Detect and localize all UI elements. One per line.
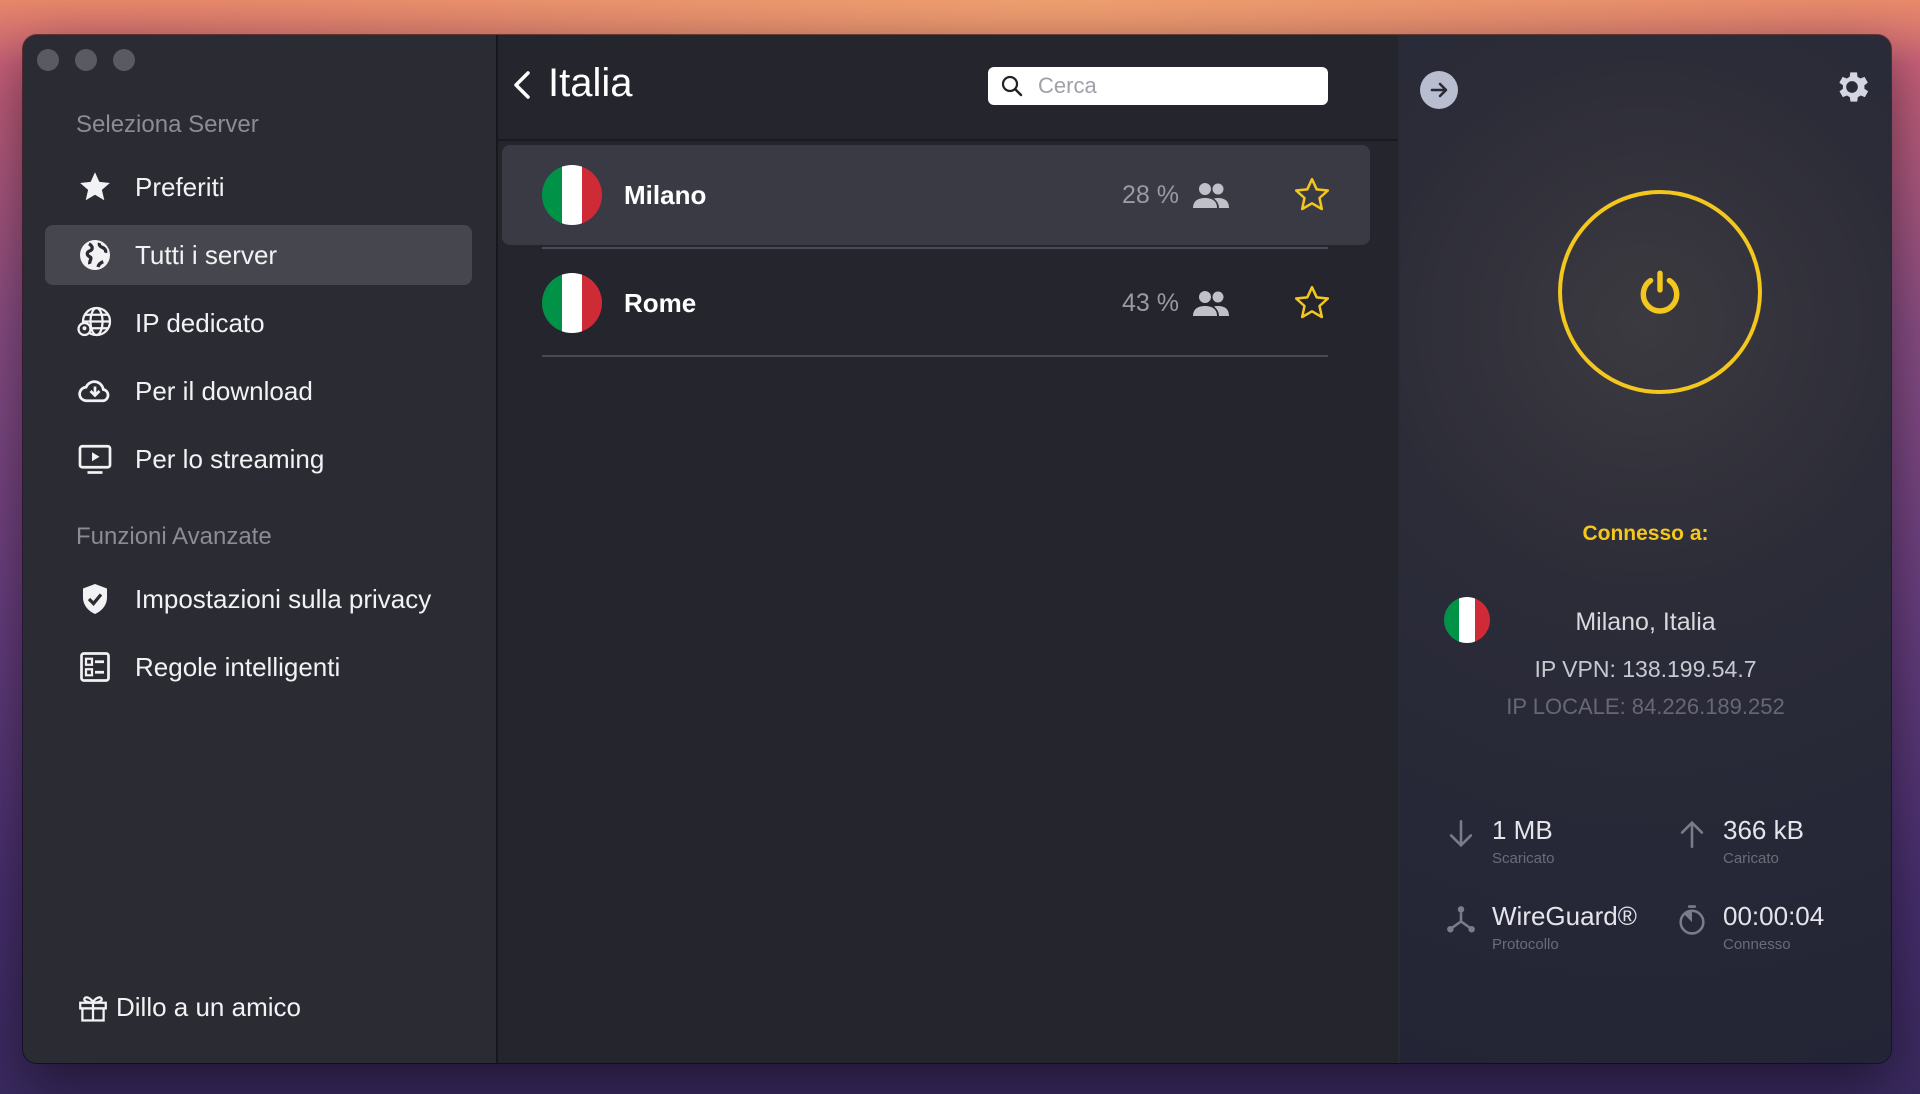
sidebar-item-smart-rules[interactable]: Regole intelligenti [45,637,472,697]
section-advanced-features: Funzioni Avanzate [76,523,272,550]
connection-panel: Connesso a: Milano, Italia IP VPN: 138.1… [1400,35,1891,1063]
server-row-rome[interactable]: Rome 43 % [502,253,1370,353]
power-icon [1640,270,1680,314]
favorite-star-icon[interactable] [1292,175,1332,215]
server-load: 28 % [1122,180,1179,209]
gear-icon[interactable] [1832,67,1872,107]
connected-location: Milano, Italia [1575,608,1716,636]
back-chevron-icon[interactable] [508,65,538,105]
cloud-download-icon [75,371,115,411]
app-window: Seleziona Server Preferiti Tutti i serve… [23,35,1891,1063]
italy-flag-icon [542,165,602,225]
page-title: Italia [548,61,633,105]
close-window-button[interactable] [37,49,59,71]
connected-to-label: Connesso a: [1582,522,1709,545]
shield-check-icon [75,579,115,619]
protocol-value: WireGuard® [1492,901,1637,931]
arrow-down-icon [1449,819,1473,848]
downloaded-label: Scaricato [1492,850,1555,867]
protocol-label: Protocollo [1492,936,1559,953]
row-divider [542,247,1328,249]
search-icon [1001,75,1023,97]
server-load: 43 % [1122,288,1179,317]
server-list-panel: Italia Milano 28 % Rome 43 % [498,35,1398,1063]
tell-a-friend-button[interactable]: Dillo a un amico [76,990,301,1024]
local-ip: IP LOCALE: 84.226.189.252 [1506,694,1785,719]
sidebar-item-label: Preferiti [135,171,225,202]
arrow-right-icon [1430,82,1448,98]
sidebar: Seleziona Server Preferiti Tutti i serve… [23,35,498,1063]
sidebar-item-label: IP dedicato [135,307,265,338]
sidebar-item-label: Impostazioni sulla privacy [135,583,432,614]
dedicated-ip-icon [75,303,115,343]
italy-flag-icon [542,273,602,333]
star-icon [75,167,115,207]
sidebar-item-favorites[interactable]: Preferiti [45,157,472,217]
sidebar-item-privacy-settings[interactable]: Impostazioni sulla privacy [45,569,472,629]
sidebar-item-label: Tutti i server [135,239,278,270]
sidebar-item-all-servers[interactable]: Tutti i server [45,225,472,285]
sidebar-item-dedicated-ip[interactable]: IP dedicato [45,293,472,353]
gift-icon [79,996,107,1022]
search-input[interactable] [1036,72,1300,100]
power-button[interactable] [1558,190,1762,394]
favorite-star-icon[interactable] [1292,283,1332,323]
row-divider [542,355,1328,357]
server-list-header: Italia [498,35,1398,141]
minimize-window-button[interactable] [75,49,97,71]
downloaded-stat: 1 MB Scaricato [1444,815,1555,867]
sidebar-item-label: Regole intelligenti [135,651,341,682]
uploaded-stat: 366 kB Caricato [1675,815,1804,867]
search-box[interactable] [988,67,1328,105]
uploaded-label: Caricato [1723,850,1779,867]
sidebar-item-label: Per lo streaming [135,443,325,474]
protocol-stat: WireGuard® Protocollo [1444,901,1637,953]
sidebar-item-label: Per il download [135,375,313,406]
window-controls [37,49,135,71]
connected-time-value: 00:00:04 [1723,901,1825,931]
connected-time-label: Connesso [1723,936,1791,953]
server-name: Rome [624,287,697,318]
server-name: Milano [624,179,707,210]
stopwatch-icon [1679,905,1705,935]
zoom-window-button[interactable] [113,49,135,71]
rules-list-icon [75,647,115,687]
server-row-milano[interactable]: Milano 28 % [502,145,1370,245]
users-icon [1193,183,1229,208]
tell-a-friend-label: Dillo a un amico [116,991,301,1022]
downloaded-value: 1 MB [1492,815,1553,845]
users-icon [1193,291,1229,316]
sidebar-item-streaming[interactable]: Per lo streaming [45,429,472,489]
arrow-up-icon [1680,820,1704,849]
sidebar-item-download[interactable]: Per il download [45,361,472,421]
connected-time-stat: 00:00:04 Connesso [1675,901,1824,953]
globe-icon [75,235,115,275]
uploaded-value: 366 kB [1723,815,1804,845]
play-screen-icon [75,439,115,479]
collapse-panel-button[interactable] [1420,71,1458,109]
vpn-ip: IP VPN: 138.199.54.7 [1534,656,1757,682]
section-select-server: Seleziona Server [76,111,259,138]
protocol-nodes-icon [1447,906,1475,933]
